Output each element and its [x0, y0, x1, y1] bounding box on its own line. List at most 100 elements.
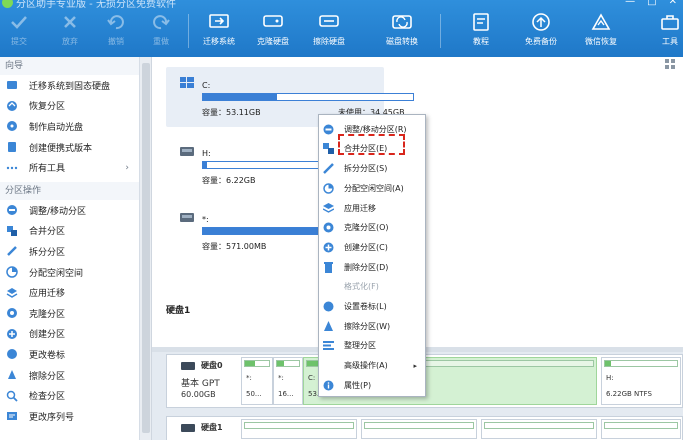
- usage-bar: [202, 93, 414, 101]
- clone-disk-button[interactable]: 克隆硬盘: [251, 12, 295, 47]
- disk-name: 硬盘1: [201, 423, 223, 432]
- sidebar-scrollbar[interactable]: [140, 57, 152, 440]
- part-size: 50...: [246, 390, 262, 398]
- disk-icon: [181, 361, 195, 371]
- sidebar-item-label: 迁移系统到固态硬盘: [29, 81, 111, 92]
- sidebar-item-boot-disc[interactable]: 制作启动光盘: [0, 116, 139, 137]
- wechat-recovery-label: 微信恢复: [585, 37, 617, 46]
- disk-partition-block[interactable]: [601, 419, 681, 439]
- sidebar-item-label: 合并分区: [29, 227, 66, 238]
- wechat-recovery-button[interactable]: 微信恢复: [579, 12, 623, 47]
- sidebar-item-label: 更改序列号: [29, 412, 75, 423]
- menu-item-10[interactable]: 擦除分区(W): [319, 316, 425, 337]
- menu-item-label: 整理分区: [344, 341, 376, 351]
- sidebar-item-allocate[interactable]: 分配空闲空间: [0, 262, 139, 283]
- sidebar-item-create[interactable]: 创建分区: [0, 324, 139, 345]
- menu-item-3[interactable]: 分配空闲空间(A): [319, 178, 425, 199]
- disk1-row[interactable]: 硬盘1: [166, 416, 683, 440]
- menu-item-11[interactable]: 整理分区: [319, 336, 425, 357]
- minimize-button[interactable]: —: [625, 0, 635, 7]
- sidebar-item-clone[interactable]: 克隆分区: [0, 303, 139, 324]
- menu-item-12[interactable]: 高级操作(A) ▸: [319, 355, 425, 376]
- sidebar-item-all-tools[interactable]: 所有工具 ›: [0, 157, 139, 178]
- sidebar-item-label: 创建便携式版本: [29, 143, 93, 154]
- submit-button[interactable]: 提交: [0, 12, 41, 47]
- sidebar-item-change-serial[interactable]: 更改序列号: [0, 406, 139, 427]
- menu-item-9[interactable]: 设置卷标(L): [319, 296, 425, 317]
- menu-item-label: 合并分区(E): [344, 144, 388, 154]
- menu-item-1[interactable]: 合并分区(E): [319, 139, 425, 160]
- undo-button[interactable]: 撤销: [94, 12, 138, 47]
- menu-item-label: 调整/移动分区(R): [344, 124, 407, 134]
- wipe-disk-label: 擦除硬盘: [313, 37, 345, 46]
- discard-button[interactable]: 放弃: [48, 12, 92, 47]
- migrate-icon: [209, 12, 229, 32]
- window-controls: — □ ✕: [625, 0, 677, 7]
- tools-button[interactable]: 工具: [648, 12, 683, 47]
- discard-label: 放弃: [62, 37, 78, 46]
- split-icon: [6, 245, 18, 257]
- partition-name: C:: [202, 81, 211, 90]
- sidebar-item-recover-partition[interactable]: 恢复分区: [0, 96, 139, 117]
- sidebar: 向导 迁移系统到固态硬盘 恢复分区 制作启动光盘 创建便携式版本 所有工具 › …: [0, 57, 140, 440]
- sidebar-item-label: 所有工具: [29, 164, 66, 175]
- maximize-button[interactable]: □: [647, 0, 656, 7]
- sidebar-item-wipe[interactable]: 擦除分区: [0, 365, 139, 386]
- undo-label: 撤销: [108, 37, 124, 46]
- menu-item-0[interactable]: 调整/移动分区(R): [319, 119, 425, 140]
- sidebar-item-merge[interactable]: 合并分区: [0, 221, 139, 242]
- disk-convert-button[interactable]: 磁盘转换: [380, 12, 424, 47]
- sidebar-item-change-label[interactable]: 更改卷标: [0, 344, 139, 365]
- tutorial-button[interactable]: 教程: [459, 12, 503, 47]
- disk-convert-icon: [392, 12, 412, 32]
- menu-item-4[interactable]: 应用迁移: [319, 198, 425, 219]
- sidebar-item-app-migrate[interactable]: 应用迁移: [0, 282, 139, 303]
- menu-item-label: 删除分区(D): [344, 262, 389, 272]
- wipe-icon: [6, 369, 18, 381]
- disk-partition-block[interactable]: H: 6.22GB NTFS: [601, 357, 681, 405]
- sidebar-item-split[interactable]: 拆分分区: [0, 241, 139, 262]
- disk-partition-block[interactable]: *: 50...: [241, 357, 273, 405]
- delete-icon: [323, 261, 334, 273]
- grid-view-icon[interactable]: [665, 59, 675, 69]
- menu-item-7[interactable]: 删除分区(D): [319, 257, 425, 278]
- migrate-system-button[interactable]: 迁移系统: [197, 12, 241, 47]
- create-icon: [323, 242, 334, 253]
- clone-icon: [6, 307, 18, 319]
- label-icon: [6, 348, 18, 360]
- sidebar-item-check[interactable]: 检查分区: [0, 385, 139, 406]
- menu-item-8[interactable]: 格式化(F): [319, 277, 425, 298]
- sidebar-item-label: 拆分分区: [29, 247, 66, 258]
- disk-convert-label: 磁盘转换: [386, 37, 418, 46]
- redo-button[interactable]: 重做: [139, 12, 183, 47]
- sidebar-item-portable[interactable]: 创建便携式版本: [0, 137, 139, 158]
- part-size: 6.22GB NTFS: [606, 390, 652, 398]
- scrollbar-thumb[interactable]: [142, 63, 150, 433]
- disk1-info: 硬盘1: [167, 417, 237, 440]
- menu-item-6[interactable]: 创建分区(C): [319, 237, 425, 258]
- menu-item-5[interactable]: 克隆分区(O): [319, 218, 425, 239]
- wechat-recovery-icon: [591, 12, 611, 32]
- menu-item-13[interactable]: 属性(P): [319, 375, 425, 396]
- close-button[interactable]: ✕: [669, 0, 677, 7]
- menu-item-label: 高级操作(A): [344, 361, 388, 371]
- disk-partition-block[interactable]: [241, 419, 357, 439]
- clone-disk-label: 克隆硬盘: [257, 37, 289, 46]
- disk-partition-block[interactable]: *: 16...: [273, 357, 303, 405]
- disk1-heading: 硬盘1: [166, 306, 191, 316]
- sidebar-item-resize[interactable]: 调整/移动分区: [0, 200, 139, 221]
- menu-item-2[interactable]: 拆分分区(S): [319, 158, 425, 179]
- sidebar-item-label: 应用迁移: [29, 289, 66, 300]
- wipe-disk-button[interactable]: 擦除硬盘: [307, 12, 351, 47]
- disk-partition-block[interactable]: [481, 419, 597, 439]
- menu-item-label: 设置卷标(L): [344, 302, 387, 312]
- tools-icon: [660, 12, 680, 32]
- tools-label: 工具: [662, 37, 678, 46]
- portable-icon: [6, 141, 18, 153]
- part-name: C:: [308, 374, 316, 382]
- app-migrate-icon: [323, 202, 334, 214]
- sidebar-item-label: 恢复分区: [29, 102, 66, 113]
- free-backup-button[interactable]: 免费备份: [519, 12, 563, 47]
- sidebar-item-migrate-ssd[interactable]: 迁移系统到固态硬盘: [0, 75, 139, 96]
- disk-partition-block[interactable]: [361, 419, 477, 439]
